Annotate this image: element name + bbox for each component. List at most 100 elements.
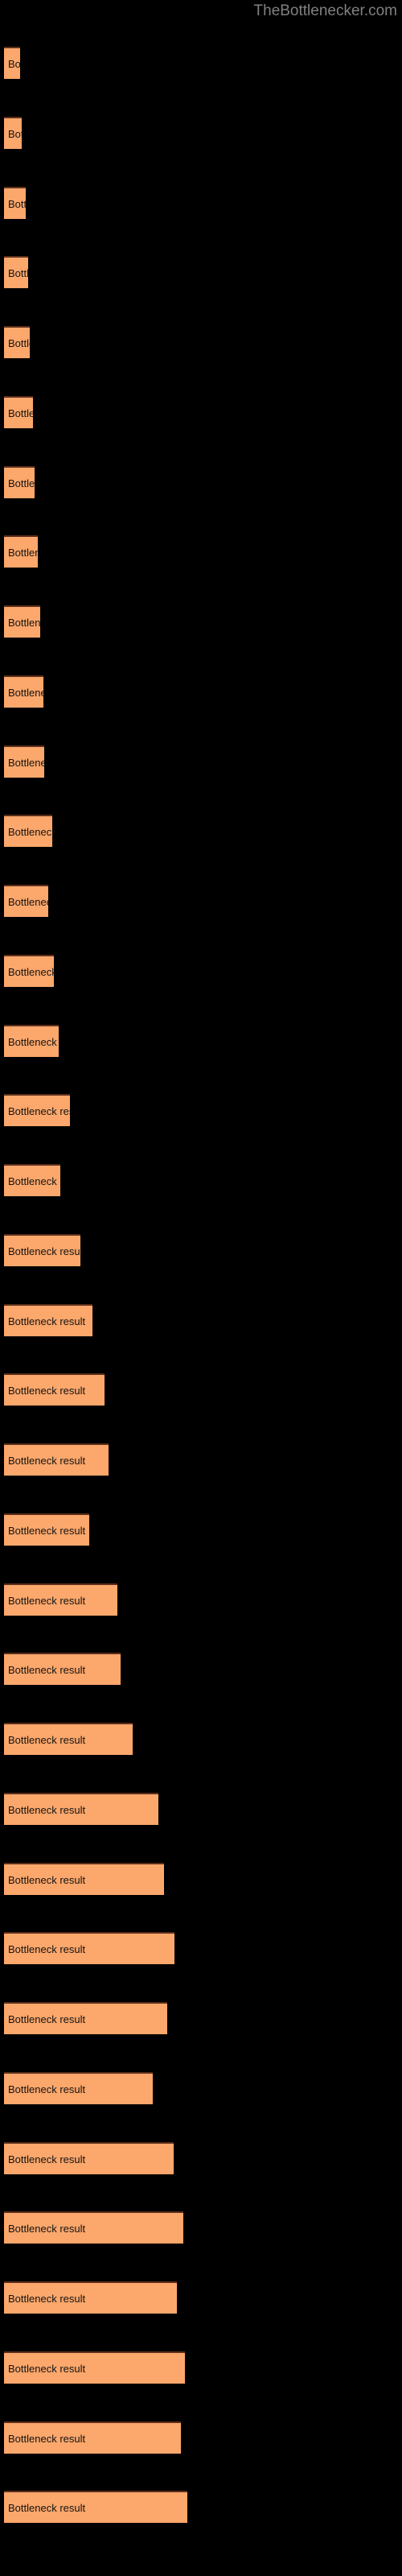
bar[interactable]: Bottleneck result: [4, 2351, 185, 2384]
bar-row: Bottleneck result: [0, 1094, 402, 1126]
bar[interactable]: Bottleneck result: [4, 396, 33, 428]
bar[interactable]: Bottleneck result: [4, 1653, 121, 1685]
bar-label: Bottleneck result: [8, 2502, 86, 2514]
bar-label: Bottleneck result: [8, 1455, 86, 1467]
bar[interactable]: Bottleneck result: [4, 1513, 89, 1546]
bar-label: Bottleneck result: [8, 1734, 86, 1746]
bar[interactable]: Bottleneck result: [4, 1025, 59, 1057]
bar[interactable]: Bottleneck result: [4, 745, 44, 778]
bar-row: Bottleneck result: [0, 47, 402, 79]
bar[interactable]: Bottleneck result: [4, 1304, 92, 1336]
bar-label: Bottleneck result: [8, 477, 35, 489]
bar-row: Bottleneck result: [0, 326, 402, 358]
bar[interactable]: Bottleneck result: [4, 1932, 174, 1964]
bar[interactable]: Bottleneck result: [4, 2491, 187, 2523]
bar-label: Bottleneck result: [8, 896, 48, 908]
bar[interactable]: Bottleneck result: [4, 187, 26, 219]
bar[interactable]: Bottleneck result: [4, 2072, 153, 2104]
bar-label: Bottleneck result: [8, 1595, 86, 1607]
bar-label: Bottleneck result: [8, 1664, 86, 1676]
bar[interactable]: Bottleneck result: [4, 535, 38, 568]
bar-row: Bottleneck result: [0, 2421, 402, 2454]
bar-row: Bottleneck result: [0, 1723, 402, 1755]
bar-row: Bottleneck result: [0, 2211, 402, 2244]
bar[interactable]: Bottleneck result: [4, 885, 48, 917]
bar[interactable]: Bottleneck result: [4, 326, 30, 358]
bar-label: Bottleneck result: [8, 617, 40, 629]
bar-row: Bottleneck result: [0, 1793, 402, 1825]
bar-label: Bottleneck result: [8, 1245, 80, 1257]
bar[interactable]: Bottleneck result: [4, 2421, 181, 2454]
bar[interactable]: Bottleneck result: [4, 2281, 177, 2314]
bar-label: Bottleneck result: [8, 2153, 86, 2165]
bar-label: Bottleneck result: [8, 337, 30, 349]
bar[interactable]: Bottleneck result: [4, 605, 40, 638]
bar[interactable]: Bottleneck result: [4, 1164, 60, 1196]
bars-layer: Bottleneck result Bottleneck result Bottle…: [0, 0, 402, 2576]
bar-label: Bottleneck result: [8, 1175, 60, 1187]
bar-row: Bottleneck result: [0, 256, 402, 288]
bar-row: Bottleneck result: [0, 1863, 402, 1895]
bar[interactable]: Bottleneck result: [4, 2142, 174, 2174]
bar[interactable]: Bottleneck result: [4, 1863, 164, 1895]
bar-row: Bottleneck result: [0, 1513, 402, 1546]
bar[interactable]: Bottleneck result: [4, 1583, 117, 1616]
bar-row: Bottleneck result: [0, 2072, 402, 2104]
bar-label: Bottleneck result: [8, 407, 33, 419]
bar-label: Bottleneck result: [8, 1804, 86, 1816]
bar-label: Bottleneck result: [8, 2363, 86, 2375]
bar-row: Bottleneck result: [0, 675, 402, 708]
bar[interactable]: Bottleneck result: [4, 47, 20, 79]
bar-row: Bottleneck result: [0, 1025, 402, 1057]
bar-row: Bottleneck result: [0, 885, 402, 917]
bar-label: Bottleneck result: [8, 2013, 86, 2025]
bar[interactable]: Bottleneck result: [4, 1443, 109, 1476]
bar-label: Bottleneck result: [8, 2083, 86, 2095]
bar-label: Bottleneck result: [8, 1874, 86, 1886]
bar-label: Bottleneck result: [8, 687, 43, 699]
bar-label: Bottleneck result: [8, 58, 20, 70]
bar[interactable]: Bottleneck result: [4, 955, 54, 987]
bar-row: Bottleneck result: [0, 2142, 402, 2174]
bar-label: Bottleneck result: [8, 267, 28, 279]
bar-label: Bottleneck result: [8, 1385, 86, 1397]
bar[interactable]: Bottleneck result: [4, 2002, 167, 2034]
bar-label: Bottleneck result: [8, 2433, 86, 2445]
bar[interactable]: Bottleneck result: [4, 256, 28, 288]
bar-row: Bottleneck result: [0, 2281, 402, 2314]
bar-row: Bottleneck result: [0, 2351, 402, 2384]
bar-row: Bottleneck result: [0, 1653, 402, 1685]
bar-row: Bottleneck result: [0, 1373, 402, 1406]
bar[interactable]: Bottleneck result: [4, 815, 52, 847]
bar-row: Bottleneck result: [0, 955, 402, 987]
bar-row: Bottleneck result: [0, 187, 402, 219]
bar[interactable]: Bottleneck result: [4, 1723, 133, 1755]
bar-row: Bottleneck result: [0, 1164, 402, 1196]
bar-label: Bottleneck result: [8, 128, 22, 140]
bar[interactable]: Bottleneck result: [4, 1094, 70, 1126]
bar-row: Bottleneck result: [0, 1932, 402, 1964]
bar[interactable]: Bottleneck result: [4, 466, 35, 498]
bar[interactable]: Bottleneck result: [4, 1373, 105, 1406]
bar-row: Bottleneck result: [0, 396, 402, 428]
bar-row: Bottleneck result: [0, 535, 402, 568]
bar-label: Bottleneck result: [8, 826, 52, 838]
bar-label: Bottleneck result: [8, 966, 54, 978]
bar-label: Bottleneck result: [8, 1525, 86, 1537]
bar[interactable]: Bottleneck result: [4, 675, 43, 708]
bar[interactable]: Bottleneck result: [4, 117, 22, 149]
bar-row: Bottleneck result: [0, 815, 402, 847]
bar-row: Bottleneck result: [0, 1583, 402, 1616]
bar-label: Bottleneck result: [8, 198, 26, 210]
bar-chart-canvas: TheBottlenecker.com Bottleneck resultBot…: [0, 0, 402, 2576]
bar-label: Bottleneck result: [8, 757, 44, 769]
bar-label: Bottleneck result: [8, 1105, 70, 1117]
bar-row: Bottleneck result: [0, 117, 402, 149]
bar[interactable]: Bottleneck result: [4, 1234, 80, 1266]
bar-row: Bottleneck result: [0, 1234, 402, 1266]
bar[interactable]: Bottleneck result: [4, 1793, 158, 1825]
bar-row: Bottleneck result: [0, 1443, 402, 1476]
bar-row: Bottleneck result: [0, 1304, 402, 1336]
bar-label: Bottleneck result: [8, 1036, 59, 1048]
bar[interactable]: Bottleneck result: [4, 2211, 183, 2244]
